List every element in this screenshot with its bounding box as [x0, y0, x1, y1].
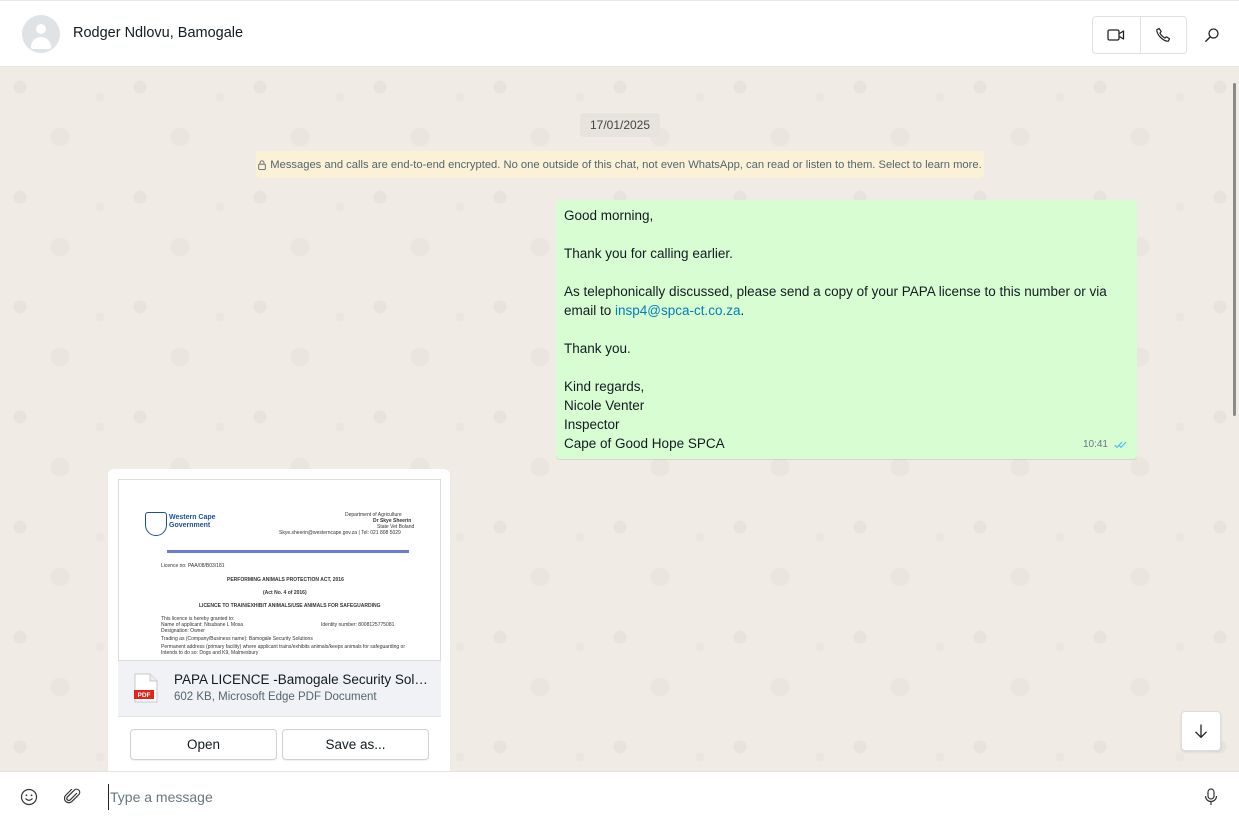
preview-header-rule — [167, 550, 409, 553]
message-line: Good morning, — [564, 208, 654, 223]
message-blank-line — [564, 225, 1129, 244]
open-file-button[interactable]: Open — [130, 729, 277, 760]
double-check-read-icon — [1114, 441, 1127, 448]
preview-identity: Identity number: 8008125775081 — [321, 622, 395, 628]
preview-act: PERFORMING ANIMALS PROTECTION ACT, 2016 — [227, 577, 344, 583]
file-meta: 602 KB, Microsoft Edge PDF Document — [174, 691, 377, 703]
outgoing-message-bubble[interactable]: Good morning, Thank you for calling earl… — [556, 200, 1137, 459]
message-blank-line — [564, 358, 1129, 377]
voice-message-button[interactable] — [1199, 785, 1223, 809]
call-button-group — [1092, 16, 1187, 54]
phone-icon — [1156, 27, 1171, 42]
avatar[interactable] — [22, 15, 60, 53]
incoming-document-bubble[interactable]: Western Cape Government Department of Ag… — [108, 469, 450, 771]
message-line: Thank you for calling earlier. — [564, 246, 733, 261]
scroll-to-bottom-button[interactable] — [1181, 711, 1221, 751]
encryption-notice-text: Messages and calls are end-to-end encryp… — [270, 158, 982, 171]
signature-line: Nicole Venter — [564, 398, 645, 413]
signature-line: Inspector — [564, 417, 620, 432]
message-blank-line — [564, 263, 1129, 282]
voice-call-button[interactable] — [1141, 17, 1185, 53]
emoji-button[interactable] — [17, 785, 41, 809]
preview-org: Western Cape Government — [169, 514, 216, 529]
arrow-down-icon — [1195, 724, 1207, 739]
file-name: PAPA LICENCE -Bamogale Security Solution… — [174, 672, 434, 687]
avatar-head-shape — [36, 24, 46, 34]
search-button[interactable] — [1198, 19, 1226, 51]
chat-header: Rodger Ndlovu, Bamogale — [0, 0, 1239, 67]
message-composer — [0, 771, 1239, 822]
microphone-icon — [1204, 788, 1218, 805]
emoji-icon — [20, 788, 38, 806]
preview-licence-type: LICENCE TO TRAIN/EXHIBIT ANIMALS/USE ANI… — [199, 603, 381, 609]
contact-name[interactable]: Rodger Ndlovu, Bamogale — [73, 25, 243, 41]
message-meta: 10:41 — [1083, 435, 1127, 454]
signature-line: Kind regards, — [564, 379, 645, 394]
pdf-file-icon: PDF — [134, 673, 158, 703]
preview-designation: Designation: Owner — [161, 628, 205, 634]
avatar-body-shape — [31, 37, 51, 49]
email-link[interactable]: insp4@spca-ct.co.za — [615, 303, 741, 318]
preview-contact: Skye.sheerin@westerncape.gov.za | Tel: 0… — [279, 530, 401, 536]
message-text: . — [740, 303, 745, 318]
document-preview-thumbnail[interactable]: Western Cape Government Department of Ag… — [118, 479, 441, 661]
file-info-row[interactable]: PDF PAPA LICENCE -Bamogale Security Solu… — [118, 661, 441, 717]
preview-licence-no: Licence no: PAA/08/B03/181 — [161, 563, 225, 569]
chat-area[interactable]: 17/01/2025 Messages and calls are end-to… — [0, 67, 1239, 771]
video-call-button[interactable] — [1094, 17, 1138, 53]
signature-line: Cape of Good Hope SPCA — [564, 436, 725, 451]
svg-text:PDF: PDF — [138, 692, 151, 699]
western-cape-emblem-icon — [145, 512, 167, 536]
paperclip-icon — [64, 788, 81, 804]
chat-scrollbar[interactable] — [1233, 83, 1236, 416]
save-as-button[interactable]: Save as... — [282, 729, 429, 760]
preview-trading: Trading as (Company/Business name): Bamo… — [161, 636, 313, 642]
message-time: 10:41 — [1082, 439, 1108, 450]
encryption-notice[interactable]: Messages and calls are end-to-end encryp… — [256, 151, 984, 178]
message-line: As telephonically discussed, please send… — [564, 282, 1129, 320]
message-line: Thank you. — [564, 341, 631, 356]
preview-intends: Intends to do so: Dogs and K9, Malmesbur… — [161, 650, 259, 656]
date-chip: 17/01/2025 — [580, 113, 660, 137]
message-input[interactable] — [108, 784, 1188, 810]
message-blank-line — [564, 320, 1129, 339]
attach-button[interactable] — [61, 785, 85, 809]
search-icon — [1205, 28, 1219, 42]
preview-act-no: (Act No. 4 of 2016) — [263, 590, 307, 596]
lock-icon — [258, 159, 267, 170]
video-camera-icon — [1107, 29, 1125, 41]
